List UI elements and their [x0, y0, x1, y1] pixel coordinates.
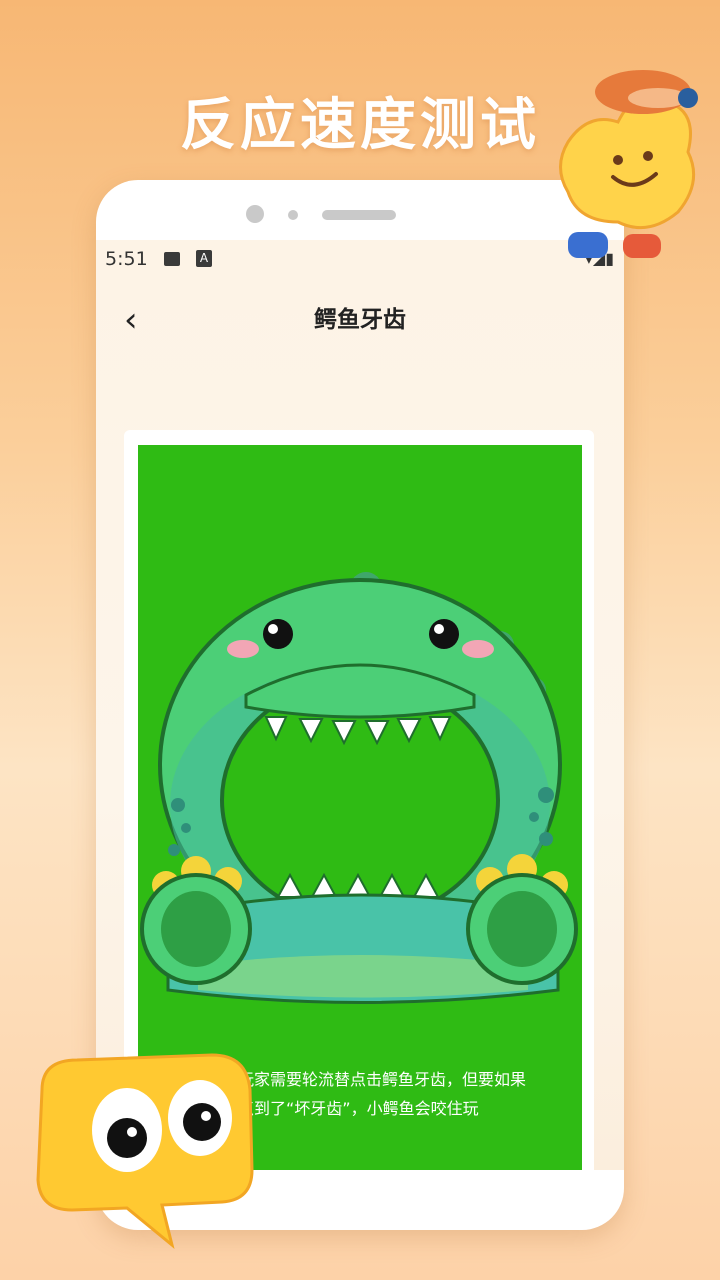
phone-top-bezel — [96, 202, 624, 226]
croc-cheek — [227, 640, 259, 658]
croc-foot-left — [140, 856, 252, 985]
page-title: 鳄鱼牙齿 — [314, 307, 406, 333]
croc-eye-right — [429, 619, 459, 649]
speaker-icon — [322, 210, 396, 220]
croc-cheek — [462, 640, 494, 658]
status-bar: 5:51 A ▾◢▮ — [96, 240, 624, 278]
app-screen: 5:51 A ▾◢▮ ‹ 鳄鱼牙齿 玩家需要轮流替点击鳄鱼牙齿，但要如果点到了“… — [96, 240, 624, 1170]
a-icon: A — [196, 250, 212, 267]
game-description: 玩家需要轮流替点击鳄鱼牙齿，但要如果点到了“坏牙齿”，小鳄鱼会咬住玩 — [238, 1070, 527, 1118]
star-mascot-icon — [559, 70, 698, 258]
croc-foot-right — [466, 854, 578, 985]
camera-icon — [246, 205, 264, 223]
sensor-icon — [288, 210, 298, 220]
status-time: 5:51 — [105, 248, 148, 270]
speech-bubble-mascot-icon — [36, 1053, 254, 1250]
nav-bar: ‹ 鳄鱼牙齿 — [96, 292, 624, 348]
croc-eye-left — [263, 619, 293, 649]
image-icon — [164, 252, 180, 266]
